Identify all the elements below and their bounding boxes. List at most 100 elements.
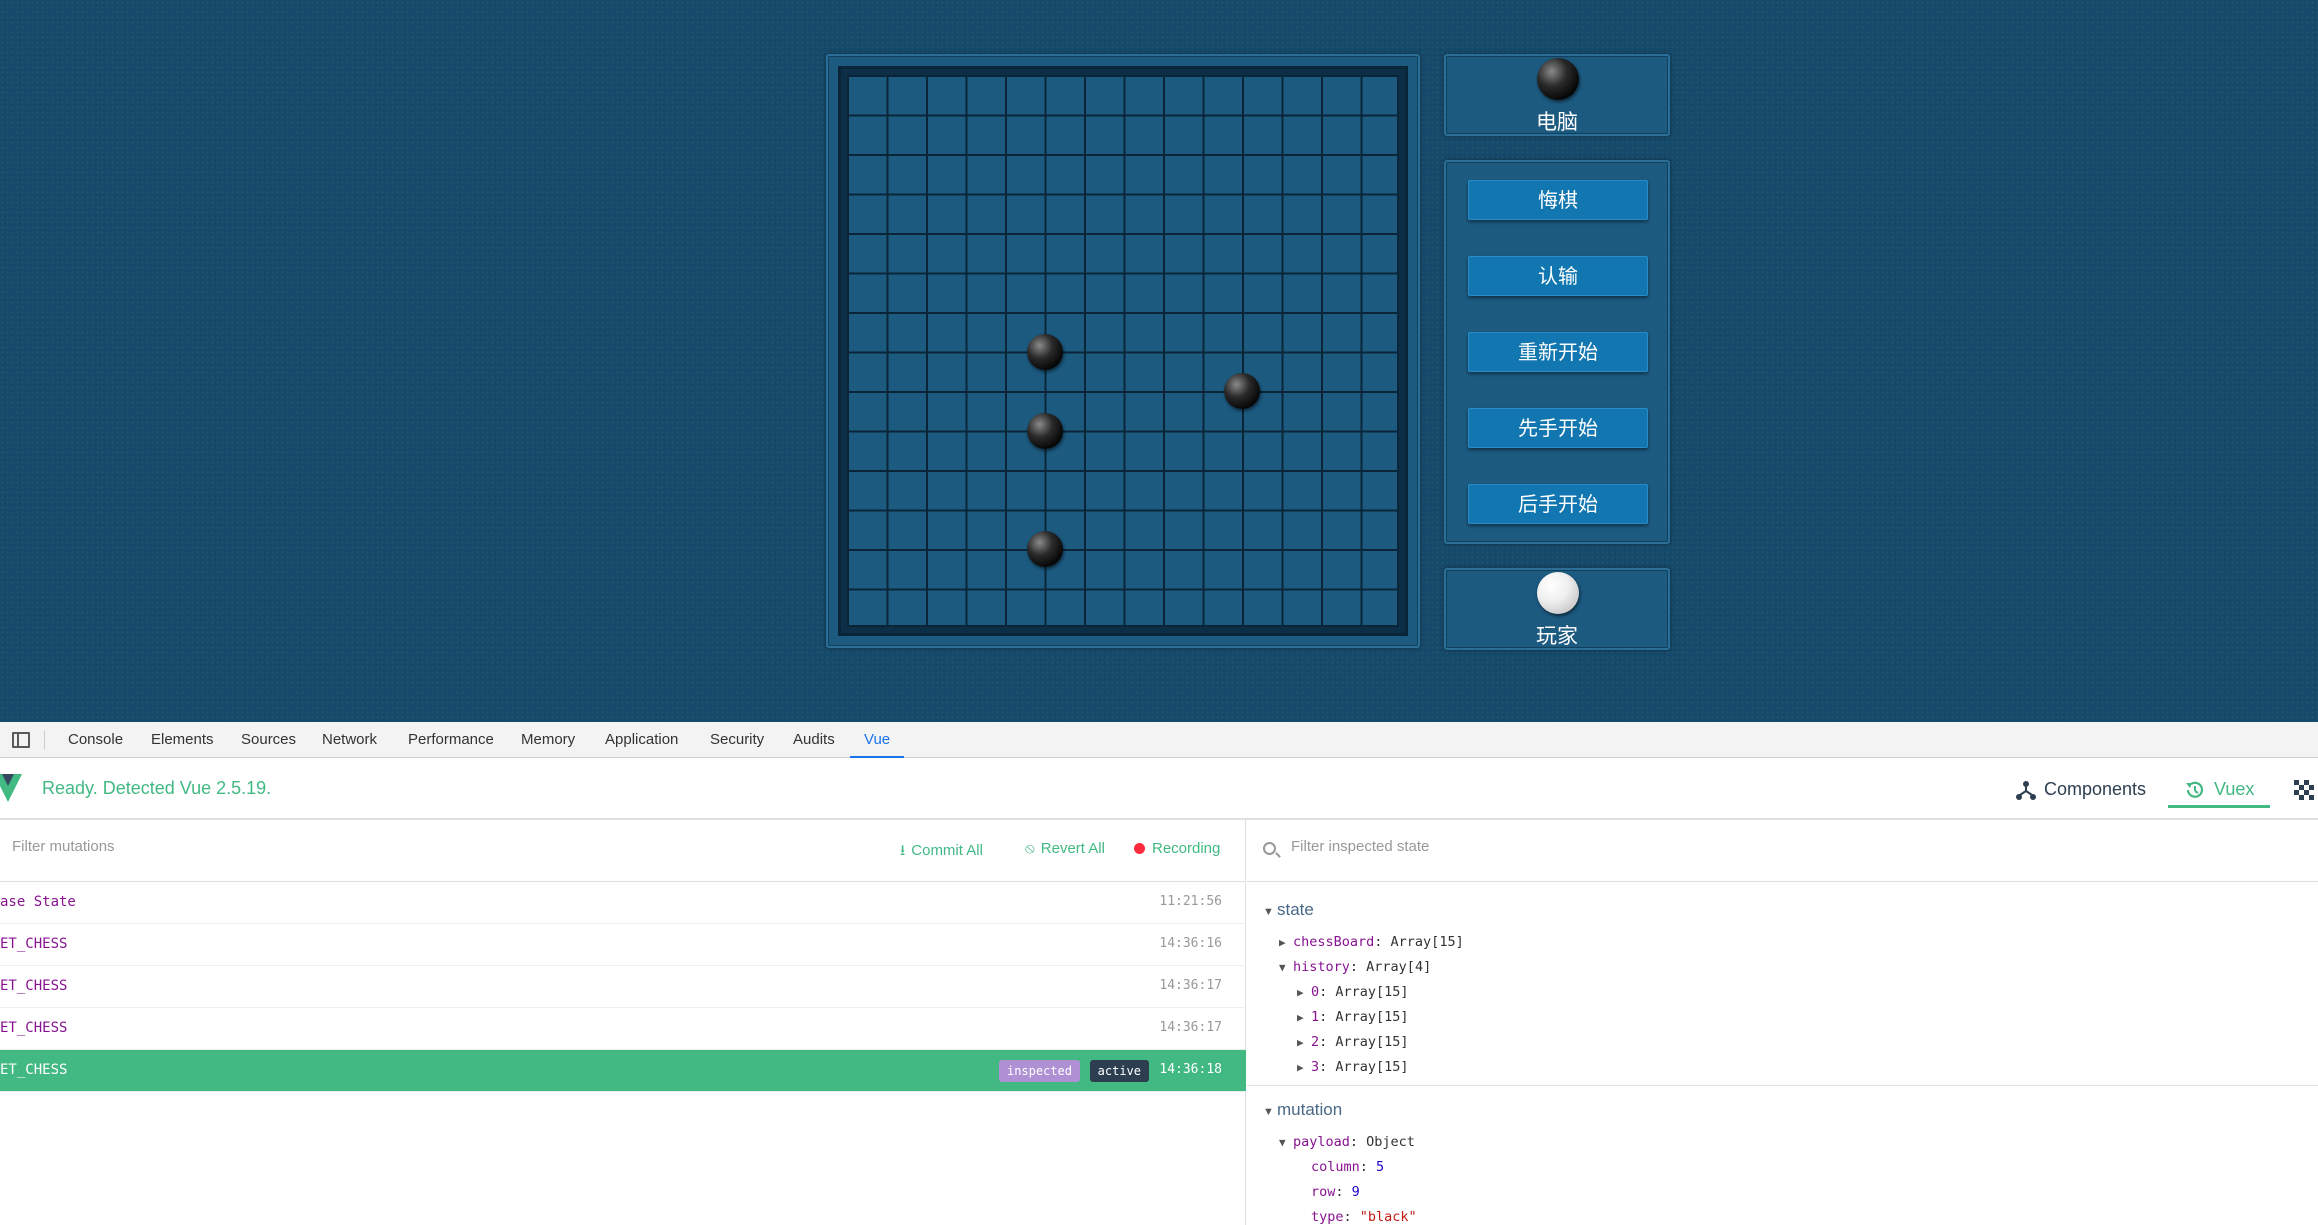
inspector-toolbar [1247, 820, 2318, 882]
revert-icon: ⦸ [1025, 840, 1035, 857]
tree-node-chessboard[interactable]: ▶ chessBoard: Array[15] [1279, 934, 1464, 950]
node-value: Array[15] [1335, 1034, 1409, 1050]
tree-node-payload[interactable]: ▼ payload: Object [1279, 1134, 1415, 1150]
caret-right-icon: ▶ [1297, 1061, 1304, 1074]
tab-console[interactable]: Console [68, 722, 123, 758]
tree-node-history-item[interactable]: ▶ 2: Array[15] [1297, 1034, 1409, 1050]
node-value: Array[15] [1335, 1059, 1409, 1075]
resign-button[interactable]: 认输 [1468, 256, 1648, 296]
tree-node-column: column: 5 [1311, 1159, 1385, 1175]
board-frame [826, 54, 1420, 648]
device-toolbar-icon[interactable] [12, 732, 30, 748]
revert-all-button[interactable]: ⦸ Revert All [1025, 840, 1105, 857]
gomoku-game: 电脑 悔棋 认输 重新开始 先手开始 后手开始 玩家 [0, 0, 2318, 722]
restart-button[interactable]: 重新开始 [1468, 332, 1648, 372]
mutation-list-pane: ⭳ Commit All ⦸ Revert All Recording ase St… [0, 820, 1246, 1225]
caret-down-icon: ▼ [1263, 906, 1274, 918]
tab-network[interactable]: Network [322, 722, 377, 758]
tab-application[interactable]: Application [605, 722, 678, 758]
node-value: Array[15] [1390, 934, 1464, 950]
record-icon [1134, 843, 1145, 854]
filter-mutations-input[interactable] [12, 838, 412, 855]
vuex-label: Vuex [2214, 779, 2255, 799]
board-grid[interactable] [847, 75, 1399, 627]
inspected-badge: inspected [998, 1060, 1080, 1082]
player-panel: 玩家 [1444, 568, 1670, 650]
node-key: column [1311, 1159, 1360, 1175]
tree-node-history-item[interactable]: ▶ 3: Array[15] [1297, 1059, 1409, 1075]
play-first-button[interactable]: 先手开始 [1468, 408, 1648, 448]
mutation-section-toggle[interactable]: ▼ mutation [1263, 1100, 1342, 1120]
mutation-time: 14:36:17 [1159, 978, 1222, 993]
node-value: "black" [1359, 1209, 1417, 1225]
commit-all-button[interactable]: ⭳ Commit All [900, 840, 983, 865]
history-icon [2186, 781, 2204, 799]
caret-down-icon: ▼ [1279, 961, 1286, 974]
mutation-time: 14:36:16 [1159, 936, 1222, 951]
mutation-row-selected[interactable]: ET_CHESS inspected active 14:36:18 [0, 1050, 1246, 1092]
tree-node-history[interactable]: ▼ history: Array[4] [1279, 959, 1431, 975]
play-second-button[interactable]: 后手开始 [1468, 484, 1648, 524]
tree-node-type: type: "black" [1311, 1209, 1417, 1225]
node-value: 9 [1351, 1184, 1360, 1200]
state-section-toggle[interactable]: ▼ state [1263, 900, 1314, 920]
node-key: 3 [1311, 1059, 1320, 1075]
node-value: Array[4] [1366, 959, 1432, 975]
node-key: 2 [1311, 1034, 1320, 1050]
game-board [838, 66, 1408, 636]
black-stone [1026, 333, 1063, 370]
tabbar-divider [44, 730, 45, 750]
tree-node-history-item[interactable]: ▶ 1: Array[15] [1297, 1009, 1409, 1025]
devtools-panel: Console Elements Sources Network Perform… [0, 722, 2318, 1225]
node-value: Array[15] [1335, 1009, 1409, 1025]
caret-right-icon: ▶ [1297, 1036, 1304, 1049]
vue-logo-icon [0, 774, 22, 802]
mutation-time: 11:21:56 [1159, 894, 1222, 909]
vuex-tab[interactable]: Vuex [2168, 770, 2271, 808]
components-tab[interactable]: Components [2016, 770, 2146, 808]
node-key: history [1293, 959, 1350, 975]
filter-state-input[interactable] [1291, 838, 1691, 855]
undo-button[interactable]: 悔棋 [1468, 180, 1648, 220]
tab-vue[interactable]: Vue [850, 722, 905, 758]
tab-security[interactable]: Security [710, 722, 764, 758]
computer-panel: 电脑 [1444, 54, 1670, 136]
computer-black-stone-icon [1537, 58, 1579, 100]
mutation-name: ase State [0, 894, 76, 910]
node-key: chessBoard [1293, 934, 1375, 950]
commit-all-label: Commit All [911, 842, 983, 859]
tab-performance[interactable]: Performance [408, 722, 494, 758]
node-key: 1 [1311, 1009, 1320, 1025]
revert-all-label: Revert All [1040, 840, 1105, 857]
mutation-row[interactable]: ase State 11:21:56 [0, 882, 1246, 924]
recording-toggle[interactable]: Recording [1134, 840, 1220, 857]
tab-sources[interactable]: Sources [241, 722, 296, 758]
state-section-label: state [1277, 900, 1314, 919]
events-icon[interactable] [2294, 780, 2314, 800]
components-label: Components [2044, 779, 2147, 799]
controls-panel: 悔棋 认输 重新开始 先手开始 后手开始 [1444, 160, 1670, 544]
recording-label: Recording [1152, 840, 1221, 857]
caret-right-icon: ▶ [1279, 936, 1286, 949]
tab-elements[interactable]: Elements [151, 722, 214, 758]
components-icon [2016, 781, 2036, 801]
tree-node-history-item[interactable]: ▶ 0: Array[15] [1297, 984, 1409, 1000]
computer-label: 电脑 [1536, 110, 1578, 134]
black-stone [1026, 412, 1063, 449]
mutation-time: 14:36:18 [1159, 1062, 1222, 1077]
node-value: Object [1366, 1134, 1415, 1150]
black-stone [1026, 531, 1063, 567]
node-key: 0 [1311, 984, 1320, 1000]
tab-memory[interactable]: Memory [521, 722, 575, 758]
mutation-row[interactable]: ET_CHESS 14:36:16 [0, 924, 1246, 966]
mutation-row[interactable]: ET_CHESS 14:36:17 [0, 966, 1246, 1008]
search-icon [1263, 842, 1276, 855]
mutation-row[interactable]: ET_CHESS 14:36:17 [0, 1008, 1246, 1050]
caret-down-icon: ▼ [1263, 1106, 1274, 1118]
tab-audits[interactable]: Audits [793, 722, 835, 758]
download-icon: ⭳ [900, 842, 906, 859]
tree-node-row: row: 9 [1311, 1184, 1360, 1200]
vue-status: Ready. Detected Vue 2.5.19. [42, 778, 272, 798]
node-value: Array[15] [1335, 984, 1409, 1000]
state-inspector-pane: ▼state ▶chessBoard: Array[15] ▼history: … [1247, 820, 2318, 1225]
